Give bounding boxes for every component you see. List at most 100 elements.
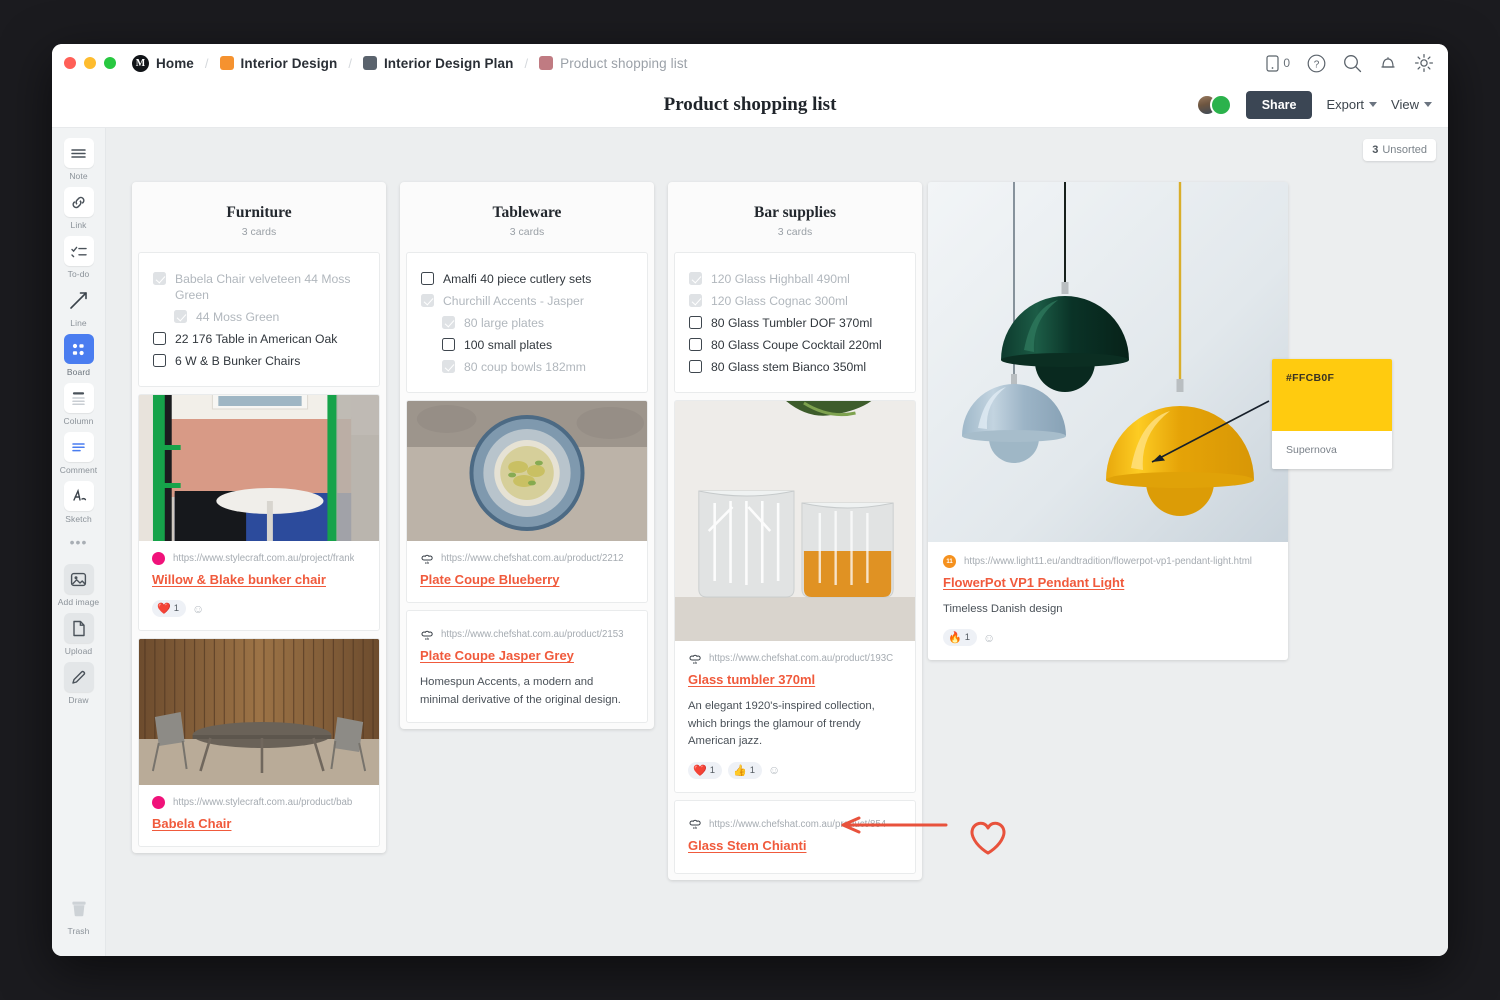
mobile-icon-button[interactable]: 0: [1266, 55, 1290, 72]
column-title: Bar supplies: [674, 204, 916, 222]
link-card-plate-coupe-blueberry[interactable]: ch https://www.chefshat.com.au/product/2…: [406, 400, 648, 603]
checkbox-checked-icon[interactable]: [689, 272, 702, 285]
help-icon[interactable]: ?: [1307, 54, 1326, 73]
window-controls[interactable]: [64, 57, 116, 69]
sidebar-tool-sketch[interactable]: Sketch: [56, 481, 102, 524]
card-image-plate: [407, 401, 647, 541]
sidebar-tool-note[interactable]: Note: [56, 138, 102, 181]
add-reaction-icon[interactable]: ☺: [192, 602, 204, 616]
link-card-glass-stem-chianti[interactable]: ch https://www.chefshat.com.au/product/8…: [674, 800, 916, 874]
todo-item[interactable]: 120 Glass Cognac 300ml: [689, 290, 901, 312]
search-icon[interactable]: [1343, 54, 1362, 73]
todo-card[interactable]: Babela Chair velveteen 44 Moss Green 44 …: [138, 252, 380, 387]
close-window-button[interactable]: [64, 57, 76, 69]
checkbox-icon[interactable]: [153, 332, 166, 345]
color-swatch-card[interactable]: #FFCB0F Supernova: [1272, 359, 1392, 469]
todo-item[interactable]: Babela Chair velveteen 44 Moss Green: [153, 268, 365, 306]
link-title[interactable]: Plate Coupe Jasper Grey: [420, 648, 634, 665]
share-button[interactable]: Share: [1246, 91, 1313, 119]
board-canvas[interactable]: 3 Unsorted Furniture 3 cards Babela Chai…: [106, 128, 1448, 956]
checkbox-icon[interactable]: [421, 272, 434, 285]
checkbox-icon[interactable]: [442, 338, 455, 351]
card-body: 11 https://www.light11.eu/andtradition/f…: [928, 542, 1288, 660]
checkbox-checked-icon[interactable]: [442, 360, 455, 373]
sidebar-tool-comment[interactable]: Comment: [56, 432, 102, 475]
breadcrumb-item-interior-design[interactable]: Interior Design: [220, 56, 338, 71]
checkbox-icon[interactable]: [689, 338, 702, 351]
link-card-willow-blake[interactable]: https://www.stylecraft.com.au/project/fr…: [138, 394, 380, 631]
reaction-chip[interactable]: ❤️ 1: [688, 762, 722, 779]
column-tableware[interactable]: Tableware 3 cards Amalfi 40 piece cutler…: [400, 182, 654, 729]
link-description: An elegant 1920's-inspired collection, w…: [688, 698, 902, 751]
link-title[interactable]: FlowerPot VP1 Pendant Light: [943, 575, 1273, 592]
todo-item[interactable]: 80 coup bowls 182mm: [421, 356, 633, 378]
checkbox-checked-icon[interactable]: [174, 310, 187, 323]
breadcrumb-separator: /: [524, 56, 528, 71]
todo-label: 80 large plates: [464, 315, 544, 331]
todo-card[interactable]: 120 Glass Highball 490ml 120 Glass Cogna…: [674, 252, 916, 393]
export-menu-button[interactable]: Export: [1326, 97, 1377, 112]
sidebar-tool-link[interactable]: Link: [56, 187, 102, 230]
column-furniture[interactable]: Furniture 3 cards Babela Chair velveteen…: [132, 182, 386, 853]
breadcrumb-item-product-shopping-list[interactable]: Product shopping list: [539, 56, 687, 71]
todo-item[interactable]: 80 large plates: [421, 312, 633, 334]
add-reaction-icon[interactable]: ☺: [983, 631, 995, 645]
link-card-babela-chair[interactable]: https://www.stylecraft.com.au/product/ba…: [138, 638, 380, 847]
add-reaction-icon[interactable]: ☺: [768, 763, 780, 777]
link-title[interactable]: Babela Chair: [152, 816, 366, 833]
link-title[interactable]: Glass Stem Chianti: [688, 838, 902, 855]
view-label: View: [1391, 97, 1419, 112]
link-source-row: ch https://www.chefshat.com.au/product/2…: [420, 628, 634, 641]
view-menu-button[interactable]: View: [1391, 97, 1432, 112]
gear-icon[interactable]: [1414, 53, 1434, 73]
favicon-icon: ch: [688, 652, 701, 665]
checkbox-icon[interactable]: [153, 354, 166, 367]
breadcrumb-item-interior-design-plan[interactable]: Interior Design Plan: [363, 56, 514, 71]
todo-item[interactable]: Amalfi 40 piece cutlery sets: [421, 268, 633, 290]
checkbox-checked-icon[interactable]: [689, 294, 702, 307]
column-bar-supplies[interactable]: Bar supplies 3 cards 120 Glass Highball …: [668, 182, 922, 880]
link-card-flowerpot-lamp[interactable]: 11 https://www.light11.eu/andtradition/f…: [928, 182, 1288, 660]
link-title[interactable]: Plate Coupe Blueberry: [420, 572, 634, 589]
todo-card[interactable]: Amalfi 40 piece cutlery sets Churchill A…: [406, 252, 648, 393]
sidebar-tool-board[interactable]: Board: [56, 334, 102, 377]
checkbox-checked-icon[interactable]: [421, 294, 434, 307]
avatar[interactable]: [1210, 94, 1232, 116]
todo-item[interactable]: 44 Moss Green: [153, 306, 365, 328]
todo-item[interactable]: 22 176 Table in American Oak: [153, 328, 365, 350]
sidebar-tool-label: Link: [71, 220, 87, 230]
checkbox-icon[interactable]: [689, 316, 702, 329]
todo-item[interactable]: 6 W & B Bunker Chairs: [153, 350, 365, 372]
reaction-chip[interactable]: 🔥 1: [943, 629, 977, 646]
sidebar-tool-draw[interactable]: Draw: [56, 662, 102, 705]
checkbox-checked-icon[interactable]: [442, 316, 455, 329]
minimize-window-button[interactable]: [84, 57, 96, 69]
sidebar-tool-trash[interactable]: Trash: [56, 893, 102, 936]
checkbox-icon[interactable]: [689, 360, 702, 373]
todo-item[interactable]: 80 Glass Coupe Cocktail 220ml: [689, 334, 901, 356]
breadcrumb-item-home[interactable]: M Home: [132, 55, 194, 72]
collaborator-avatars[interactable]: [1196, 94, 1232, 116]
link-title[interactable]: Glass tumbler 370ml: [688, 672, 902, 689]
todo-item[interactable]: 120 Glass Highball 490ml: [689, 268, 901, 290]
link-card-plate-coupe-jasper-grey[interactable]: ch https://www.chefshat.com.au/product/2…: [406, 610, 648, 723]
reaction-chip[interactable]: 👍 1: [728, 762, 762, 779]
todo-item[interactable]: 100 small plates: [421, 334, 633, 356]
sidebar-tool-todo[interactable]: To-do: [56, 236, 102, 279]
todo-item[interactable]: 80 Glass stem Bianco 350ml: [689, 356, 901, 378]
zoom-window-button[interactable]: [104, 57, 116, 69]
bell-icon[interactable]: [1379, 54, 1397, 73]
link-card-glass-tumbler[interactable]: ch https://www.chefshat.com.au/product/1…: [674, 400, 916, 792]
sidebar-tool-column[interactable]: Column: [56, 383, 102, 426]
sidebar-tool-line[interactable]: Line: [56, 285, 102, 328]
sidebar-tool-upload[interactable]: Upload: [56, 613, 102, 656]
reaction-chip[interactable]: ❤️ 1: [152, 600, 186, 617]
link-title[interactable]: Willow & Blake bunker chair: [152, 572, 366, 589]
desktop-background: M Home / Interior Design / Interior Desi…: [0, 0, 1500, 1000]
todo-item[interactable]: Churchill Accents - Jasper: [421, 290, 633, 312]
sidebar-tool-add-image[interactable]: Add image: [56, 564, 102, 607]
unsorted-badge[interactable]: 3 Unsorted: [1363, 139, 1436, 161]
todo-item[interactable]: 80 Glass Tumbler DOF 370ml: [689, 312, 901, 334]
sidebar-more-button[interactable]: •••: [70, 534, 88, 550]
checkbox-checked-icon[interactable]: [153, 272, 166, 285]
